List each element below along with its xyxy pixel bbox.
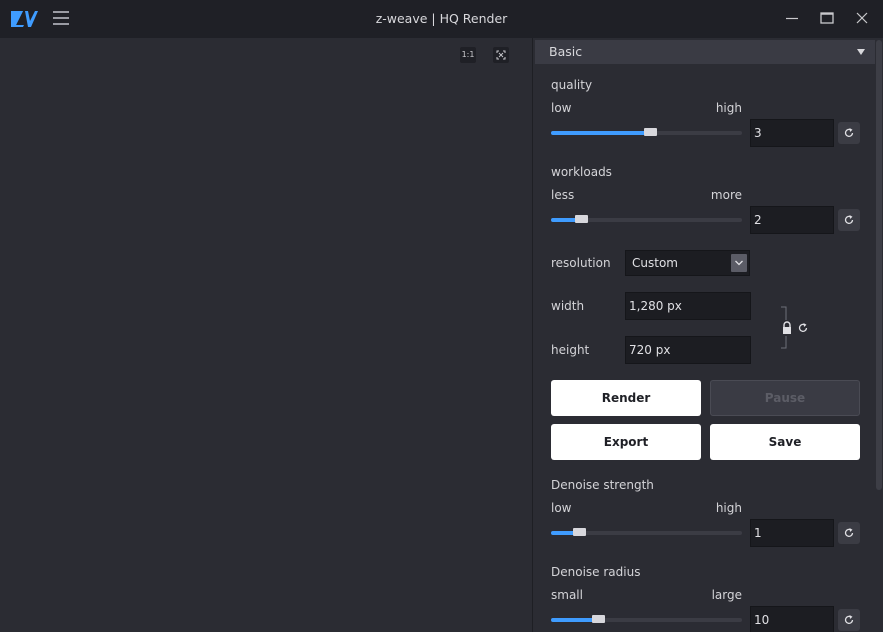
minimize-icon[interactable] [784, 10, 800, 26]
denoise-strength-input[interactable]: 1 [750, 519, 834, 547]
height-input[interactable]: 720 px [625, 336, 751, 364]
chevron-down-icon[interactable] [731, 254, 747, 272]
workloads-reset-button[interactable] [838, 209, 860, 231]
denoise-strength-reset-button[interactable] [838, 522, 860, 544]
workloads-max-label: more [710, 188, 742, 202]
slider-handle[interactable] [575, 215, 588, 223]
quality-label: quality [551, 78, 593, 92]
render-button[interactable]: Render [551, 380, 701, 416]
close-icon[interactable] [854, 10, 870, 26]
quality-slider[interactable] [551, 128, 742, 136]
fit-view-icon [496, 50, 506, 60]
denoise-strength-max-label: high [715, 501, 742, 515]
slider-handle[interactable] [644, 128, 657, 136]
scrollbar-thumb[interactable] [876, 40, 882, 490]
resolution-selected-value: Custom [632, 256, 678, 270]
denoise-radius-slider[interactable] [551, 615, 742, 623]
width-input[interactable]: 1,280 px [625, 292, 751, 320]
denoise-radius-label: Denoise radius [551, 565, 641, 579]
width-label: width [551, 299, 585, 313]
workloads-slider[interactable] [551, 215, 742, 223]
denoise-strength-min-label: low [551, 501, 572, 515]
panel-scrollbar[interactable] [876, 40, 882, 632]
reset-icon [844, 215, 854, 224]
settings-panel: Basic quality low high 3 workloads less … [532, 38, 883, 632]
resolution-select[interactable]: Custom [625, 250, 750, 276]
reset-icon [844, 615, 854, 624]
actual-size-button[interactable]: 1:1 [460, 47, 476, 63]
section-header-basic[interactable]: Basic [535, 40, 875, 64]
denoise-radius-reset-button[interactable] [838, 609, 860, 631]
quality-max-label: high [715, 101, 742, 115]
resolution-label: resolution [551, 256, 611, 270]
save-button[interactable]: Save [710, 424, 860, 460]
render-viewport[interactable]: 1:1 [0, 38, 532, 632]
denoise-radius-min-label: small [551, 588, 583, 602]
export-button[interactable]: Export [551, 424, 701, 460]
reset-icon [844, 128, 854, 137]
reset-icon [844, 528, 854, 537]
fit-view-button[interactable] [493, 47, 509, 63]
quality-min-label: low [551, 101, 572, 115]
maximize-icon[interactable] [819, 10, 835, 26]
workloads-label: workloads [551, 165, 612, 179]
title-bar: z-weave | HQ Render [0, 0, 883, 38]
quality-reset-button[interactable] [838, 122, 860, 144]
denoise-strength-slider[interactable] [551, 528, 742, 536]
workloads-min-label: less [551, 188, 575, 202]
lock-icon[interactable] [781, 321, 793, 335]
height-label: height [551, 343, 590, 357]
slider-handle[interactable] [592, 615, 605, 623]
section-title: Basic [549, 44, 583, 59]
reset-aspect-icon[interactable] [797, 322, 809, 334]
window-title: z-weave | HQ Render [375, 11, 508, 26]
denoise-strength-label: Denoise strength [551, 478, 654, 492]
collapse-caret-icon [857, 49, 865, 55]
denoise-radius-max-label: large [711, 588, 742, 602]
pause-button[interactable]: Pause [710, 380, 860, 416]
workloads-input[interactable]: 2 [750, 206, 834, 234]
denoise-radius-input[interactable]: 10 [750, 606, 834, 632]
slider-handle[interactable] [573, 528, 586, 536]
quality-input[interactable]: 3 [750, 119, 834, 147]
